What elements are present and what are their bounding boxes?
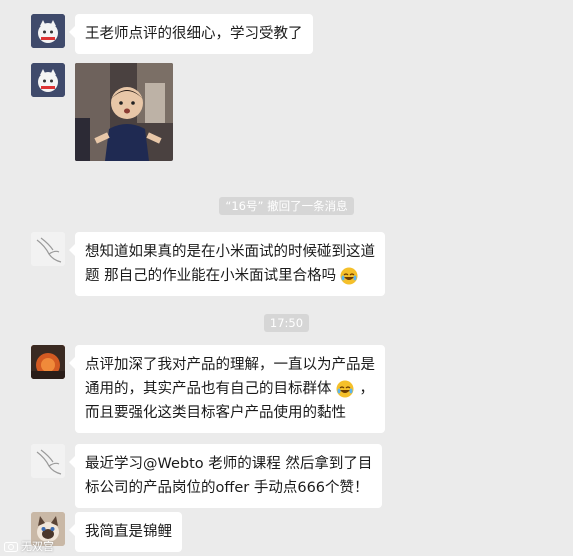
- hand-avatar-icon: [31, 232, 65, 266]
- avatar[interactable]: [31, 345, 65, 379]
- message-row: 想知道如果真的是在小米面试的时候碰到这道 题 那自己的作业能在小米面试里合格吗: [31, 232, 385, 296]
- message-text: 标公司的产品岗位的offer 手动点666个赞！: [85, 480, 369, 496]
- cat-avatar-icon: [31, 63, 65, 97]
- avatar[interactable]: [31, 444, 65, 478]
- message-text: 而且要强化这类目标客户产品使用的黏性: [85, 405, 346, 421]
- recall-notice: “16号” 撤回了一条消息: [0, 197, 573, 215]
- message-row: [31, 63, 173, 161]
- laughing-emoji-icon: [336, 380, 353, 398]
- message-bubble[interactable]: 点评加深了我对产品的理解，一直以为产品是 通用的，其实产品也有自己的目标群体 ，…: [69, 345, 385, 433]
- laughing-emoji-icon: [340, 267, 358, 285]
- message-text: 题 那自己的作业能在小米面试里合格吗: [85, 264, 375, 288]
- message-text: 点评加深了我对产品的理解，一直以为产品是: [85, 357, 375, 373]
- photo-image: [75, 63, 173, 161]
- timestamp-text: 17:50: [263, 314, 310, 332]
- message-text-line: 通用的，其实产品也有自己的目标群体: [85, 381, 332, 397]
- message-text: 通用的，其实产品也有自己的目标群体 ，: [85, 380, 374, 398]
- message-text: 王老师点评的很细心，学习受教了: [85, 26, 303, 42]
- message-text: 我简直是锦鲤: [85, 524, 172, 540]
- message-bubble[interactable]: 最近学习@Webto 老师的课程 然后拿到了目 标公司的产品岗位的offer 手…: [68, 444, 383, 508]
- message-row: 点评加深了我对产品的理解，一直以为产品是 通用的，其实产品也有自己的目标群体 ，…: [31, 345, 385, 433]
- child-photo[interactable]: [75, 63, 173, 161]
- timestamp: 17:50: [0, 314, 573, 332]
- message-row: 最近学习@Webto 老师的课程 然后拿到了目 标公司的产品岗位的offer 手…: [31, 444, 383, 508]
- message-text: 最近学习@Webto 老师的课程 然后拿到了目: [85, 456, 373, 472]
- message-bubble[interactable]: 王老师点评的很细心，学习受教了: [69, 14, 313, 54]
- watermark-text: 无双宫: [21, 540, 54, 553]
- message-text: 想知道如果真的是在小米面试的时候碰到这道: [85, 244, 375, 260]
- watermark: 无双宫: [4, 538, 54, 554]
- recall-notice-text: “16号” 撤回了一条消息: [219, 197, 354, 215]
- sunset-avatar-icon: [31, 345, 65, 379]
- avatar[interactable]: [31, 232, 65, 266]
- hand-avatar-icon: [31, 444, 65, 478]
- avatar[interactable]: [31, 63, 65, 97]
- message-row: 王老师点评的很细心，学习受教了: [31, 14, 313, 54]
- message-bubble[interactable]: 我简直是锦鲤: [69, 512, 182, 552]
- cat-avatar-icon: [31, 14, 65, 48]
- message-bubble[interactable]: 想知道如果真的是在小米面试的时候碰到这道 题 那自己的作业能在小米面试里合格吗: [69, 232, 385, 296]
- avatar[interactable]: [31, 14, 65, 48]
- camera-logo-icon: [4, 542, 18, 552]
- message-text-line: 题 那自己的作业能在小米面试里合格吗: [85, 268, 337, 284]
